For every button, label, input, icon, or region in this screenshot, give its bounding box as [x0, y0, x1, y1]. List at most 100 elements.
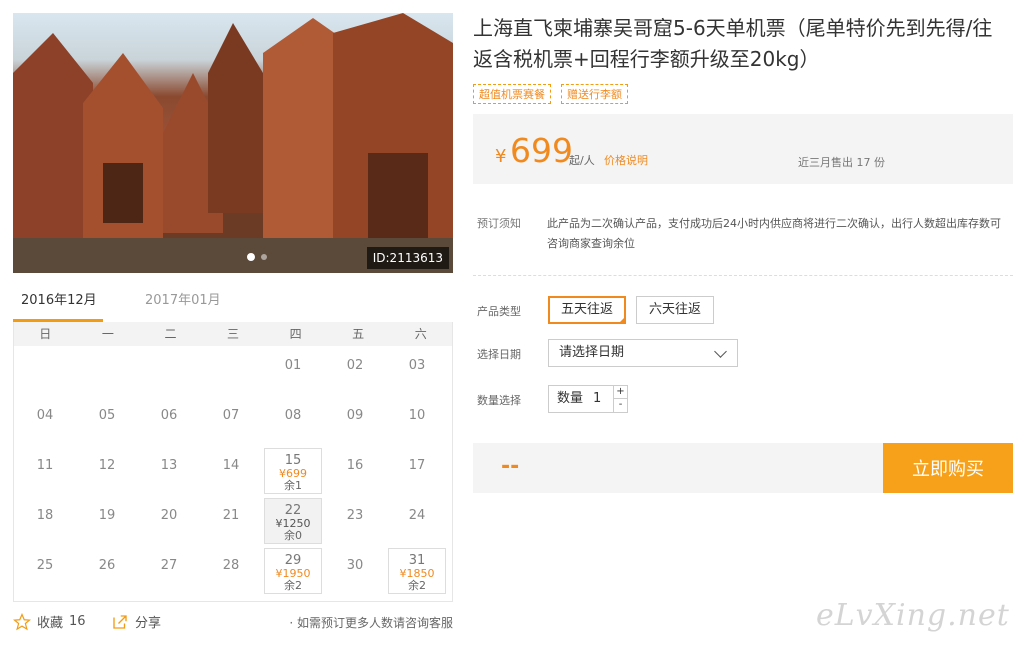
- calendar-day-available[interactable]: 31 ¥1850 余2: [388, 548, 446, 594]
- day-number: 03: [408, 358, 426, 373]
- calendar-day: 25: [16, 548, 74, 594]
- price-calendar: 日 一 二 三 四 五 六 01 02 03 04 05 06 07 08 09 10 11 12 13…: [13, 322, 453, 602]
- calendar-day-available[interactable]: 29 ¥1950 余2: [264, 548, 322, 594]
- calendar-day: 13: [140, 448, 198, 494]
- favorite-count: 16: [69, 614, 86, 629]
- price-currency: ¥: [495, 146, 507, 167]
- calendar-day: 21: [202, 498, 260, 544]
- favorite-button[interactable]: 收藏 16: [13, 612, 86, 631]
- quantity-decrease-button[interactable]: -: [614, 399, 627, 412]
- calendar-day: 07: [202, 398, 260, 444]
- calendar-day: 04: [16, 398, 74, 444]
- share-icon: [113, 614, 127, 629]
- day-number: 31: [408, 553, 426, 568]
- price-explanation-link[interactable]: 价格说明: [604, 152, 648, 168]
- notice-label: 预订须知: [477, 217, 521, 230]
- calendar-day: 30: [326, 548, 384, 594]
- day-number: 29: [284, 553, 302, 568]
- calendar-day: 24: [388, 498, 446, 544]
- calendar-day: 26: [78, 548, 136, 594]
- day-remaining: 余2: [284, 579, 302, 592]
- day-number: 10: [408, 408, 426, 423]
- tag-badge: 超值机票赛餐: [473, 84, 551, 104]
- day-number: 09: [346, 408, 364, 423]
- image-id-badge: ID:2113613: [366, 247, 449, 269]
- calendar-day: 05: [78, 398, 136, 444]
- calendar-day: 06: [140, 398, 198, 444]
- day-number: 11: [36, 458, 54, 473]
- buy-now-button[interactable]: 立即购买: [883, 443, 1013, 493]
- weekday: 五: [352, 327, 365, 341]
- quantity-stepper[interactable]: 数量 1 + -: [548, 385, 628, 413]
- day-number: 21: [222, 508, 240, 523]
- weekday: 日: [39, 327, 52, 341]
- calendar-day: 28: [202, 548, 260, 594]
- buy-bar: -- 立即购买: [473, 443, 1013, 493]
- sold-count: 近三月售出 17 份: [798, 156, 885, 169]
- temple-illustration: [13, 13, 453, 273]
- date-select[interactable]: 请选择日期: [548, 339, 738, 367]
- day-number: 25: [36, 558, 54, 573]
- weekday: 六: [414, 327, 427, 341]
- contact-note: · 如需预订更多人数请咨询客服: [289, 616, 453, 630]
- calendar-day: 19: [78, 498, 136, 544]
- calendar-day-available[interactable]: 22 ¥1250 余0: [264, 498, 322, 544]
- day-number: 02: [346, 358, 364, 373]
- day-number: 04: [36, 408, 54, 423]
- carousel-dot-active[interactable]: [247, 253, 255, 261]
- date-select-value: 请选择日期: [559, 345, 625, 360]
- day-number: 08: [284, 408, 302, 423]
- tab-month-2016-12[interactable]: 2016年12月: [13, 290, 103, 322]
- date-label: 选择日期: [477, 348, 521, 361]
- day-number: 05: [98, 408, 116, 423]
- calendar-day: 08: [264, 398, 322, 444]
- total-price: --: [501, 454, 520, 479]
- calendar-day: 16: [326, 448, 384, 494]
- day-number: 15: [284, 453, 302, 468]
- calendar-day: 23: [326, 498, 384, 544]
- calendar-day: 27: [140, 548, 198, 594]
- day-remaining: 余2: [408, 579, 426, 592]
- month-tabs: 2016年12月 2017年01月: [13, 290, 453, 322]
- weekday: 二: [164, 327, 177, 341]
- option-five-day[interactable]: 五天往返: [548, 296, 626, 324]
- day-number: 23: [346, 508, 364, 523]
- weekday: 一: [101, 327, 114, 341]
- day-remaining: 余1: [284, 479, 302, 492]
- tab-month-2017-01[interactable]: 2017年01月: [137, 290, 227, 322]
- carousel-dot[interactable]: [261, 254, 267, 260]
- quantity-value[interactable]: 1: [593, 386, 601, 412]
- chevron-down-icon: [714, 345, 727, 358]
- day-number: 13: [160, 458, 178, 473]
- day-remaining: 余0: [284, 529, 302, 542]
- day-number: 06: [160, 408, 178, 423]
- notice-text: 此产品为二次确认产品，支付成功后24小时内供应商将进行二次确认，出行人数超出库存…: [547, 217, 1001, 250]
- product-image[interactable]: ID:2113613: [13, 13, 453, 273]
- calendar-day-available[interactable]: 15 ¥699 余1: [264, 448, 322, 494]
- calendar-day: 18: [16, 498, 74, 544]
- calendar-day: 14: [202, 448, 260, 494]
- day-number: 24: [408, 508, 426, 523]
- action-bar: 收藏 16 分享 · 如需预订更多人数请咨询客服: [13, 612, 453, 632]
- day-number: 14: [222, 458, 240, 473]
- quantity-increase-button[interactable]: +: [614, 386, 627, 399]
- day-number: 16: [346, 458, 364, 473]
- calendar-day: 09: [326, 398, 384, 444]
- price-unit: 起/人: [569, 154, 595, 167]
- product-type-label: 产品类型: [477, 305, 521, 318]
- option-six-day[interactable]: 六天往返: [636, 296, 714, 324]
- calendar-day: 10: [388, 398, 446, 444]
- price-amount: 699: [510, 131, 573, 170]
- quantity-buttons: + -: [613, 386, 627, 412]
- day-number: 01: [284, 358, 302, 373]
- product-title: 上海直飞柬埔寨吴哥窟5-6天单机票（尾单特价先到先得/往返含税机票+回程行李额升…: [473, 16, 993, 71]
- calendar-day: 17: [388, 448, 446, 494]
- calendar-day: 11: [16, 448, 74, 494]
- quantity-field-label: 数量: [557, 391, 584, 406]
- tag-badge: 赠送行李额: [561, 84, 628, 104]
- quantity-label: 数量选择: [477, 394, 521, 407]
- day-number: 27: [160, 558, 178, 573]
- share-label: 分享: [135, 616, 162, 631]
- day-number: 19: [98, 508, 116, 523]
- share-button[interactable]: 分享: [111, 612, 161, 631]
